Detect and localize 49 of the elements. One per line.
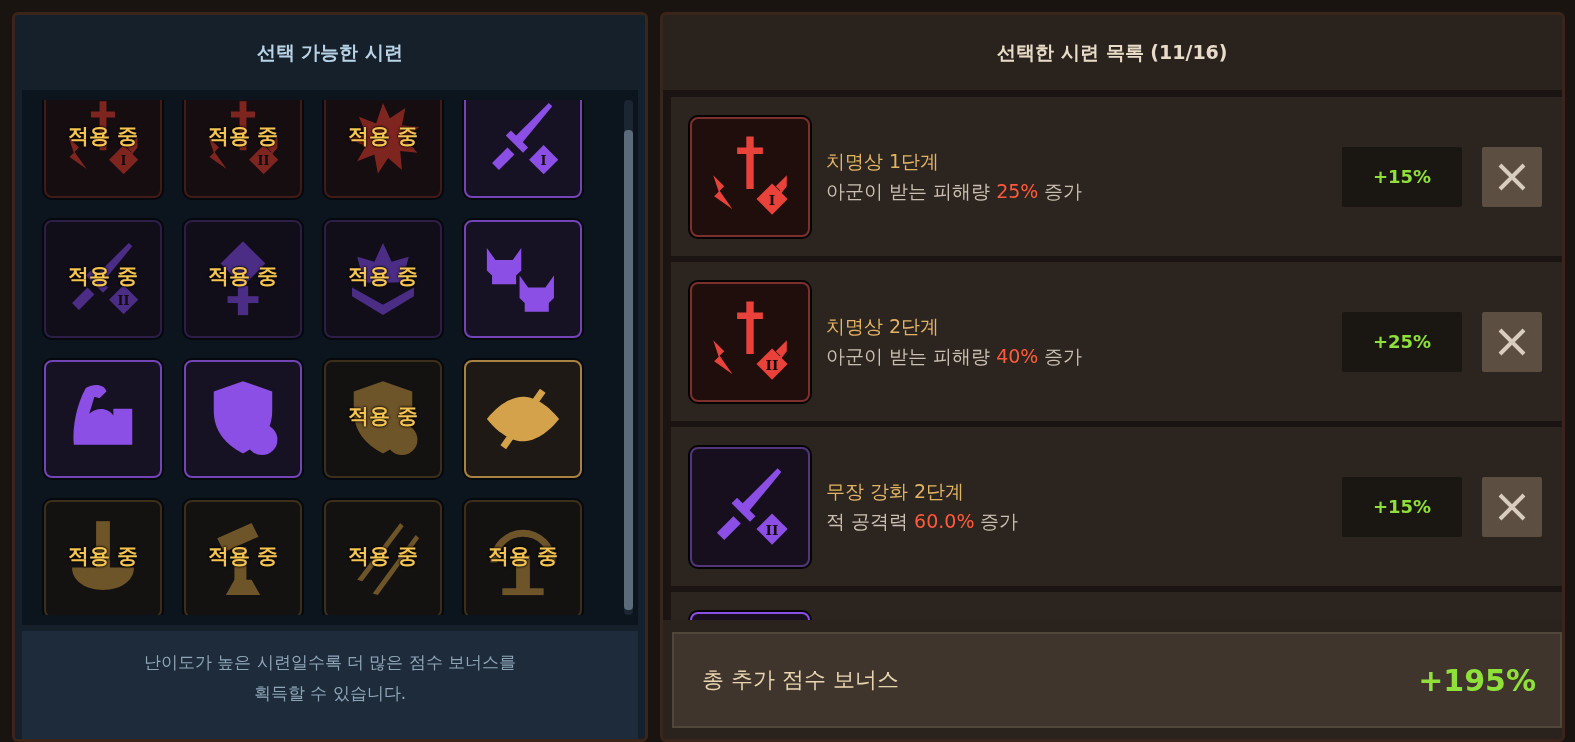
- bonus-value: +25%: [1342, 311, 1462, 372]
- total-bonus-value: +195%: [1418, 662, 1536, 698]
- applied-label: 적용 중: [66, 263, 140, 290]
- trial-tile[interactable]: [464, 220, 582, 338]
- hint-text: 난이도가 높은 시련일수록 더 많은 점수 보너스를 획득할 수 있습니다.: [143, 651, 517, 706]
- trial-tile[interactable]: [44, 360, 162, 478]
- rank-numeral: II: [257, 152, 270, 168]
- trial-tile[interactable]: 적용 중: [44, 500, 162, 615]
- rank-numeral: I: [540, 152, 547, 168]
- remove-button[interactable]: [1482, 311, 1542, 372]
- scrollbar[interactable]: [624, 100, 633, 615]
- close-icon: [1497, 326, 1527, 357]
- applied-label: 적용 중: [206, 123, 280, 150]
- rank-numeral: II: [117, 292, 130, 308]
- panel-title: 선택 가능한 시련: [256, 39, 404, 65]
- rank-numeral: I: [768, 191, 776, 208]
- applied-label: 적용 중: [346, 543, 420, 570]
- trial-tile[interactable]: [184, 360, 302, 478]
- applied-label: 적용 중: [486, 543, 560, 570]
- trial-tile[interactable]: 적용 중: [184, 500, 302, 615]
- trial-name: 무장 강화 2단계: [826, 478, 966, 504]
- trial-tile[interactable]: 적용 중: [464, 500, 582, 615]
- trial-tile[interactable]: I: [464, 100, 582, 198]
- remove-button[interactable]: [1482, 476, 1542, 537]
- close-icon: [1497, 491, 1527, 522]
- trial-tile[interactable]: 적용 중: [184, 220, 302, 338]
- rank-numeral: II: [765, 356, 779, 373]
- trial-name: 치명상 1단계: [826, 148, 941, 174]
- trial-description: 아군이 받는 피해량 40% 증가: [826, 343, 1084, 369]
- trial-description: 적 공격력 60.0% 증가: [826, 508, 1020, 534]
- rank-numeral: II: [765, 521, 779, 538]
- remove-button[interactable]: [1482, 146, 1542, 207]
- bonus-value: +15%: [1342, 476, 1462, 537]
- total-bonus-label: 총 추가 점수 보너스: [702, 666, 899, 694]
- rank-numeral: I: [120, 152, 127, 168]
- trial-tile[interactable]: 적용 중 II: [44, 220, 162, 338]
- trial-description: 아군이 받는 피해량 25% 증가: [826, 178, 1084, 204]
- bonus-value: +15%: [1342, 146, 1462, 207]
- trial-name: 치명상 2단계: [826, 313, 941, 339]
- trial-tile[interactable]: 적용 중: [324, 500, 442, 615]
- trial-tile[interactable]: 적용 중 I: [44, 100, 162, 198]
- applied-label: 적용 중: [206, 543, 280, 570]
- close-icon: [1497, 161, 1527, 192]
- trial-tile[interactable]: [464, 360, 582, 478]
- applied-label: 적용 중: [66, 123, 140, 150]
- panel-title: 선택한 시련 목록 (11/16): [997, 39, 1228, 65]
- applied-label: 적용 중: [66, 543, 140, 570]
- trial-tile[interactable]: 적용 중 II: [184, 100, 302, 198]
- applied-label: 적용 중: [206, 263, 280, 290]
